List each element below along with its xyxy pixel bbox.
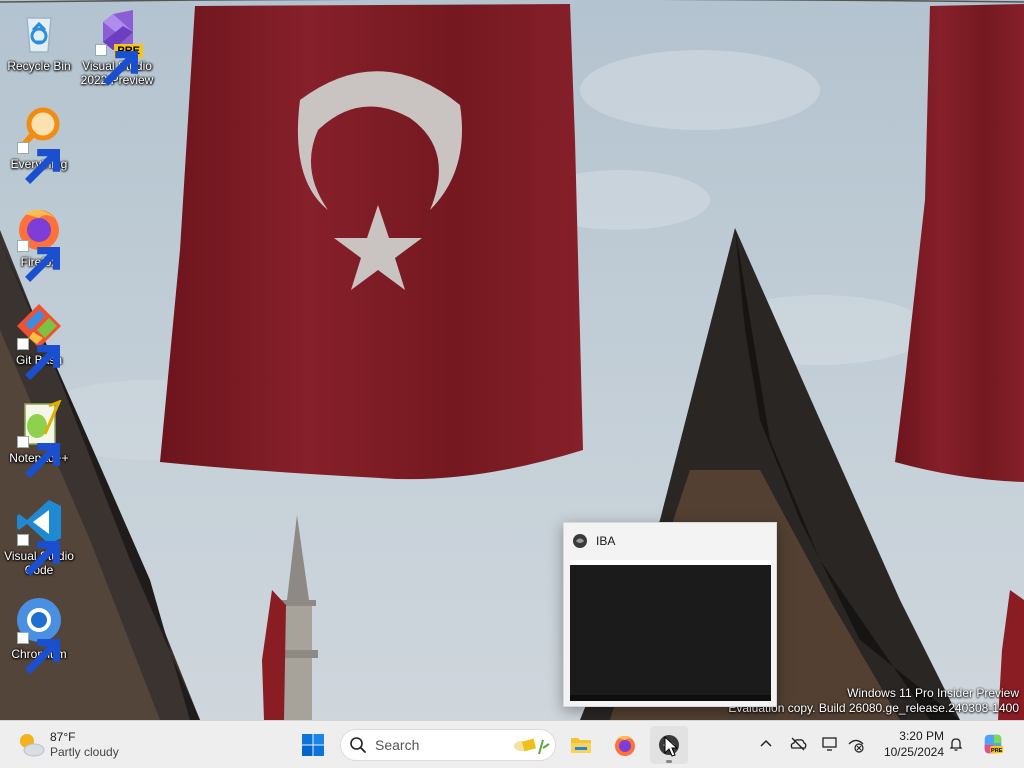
search-icon xyxy=(349,736,367,754)
start-button[interactable] xyxy=(294,726,332,764)
clock-date: 10/25/2024 xyxy=(883,745,944,759)
shortcut-arrow-icon xyxy=(17,240,60,282)
preview-bottom-bar xyxy=(570,695,771,701)
shortcut-arrow-icon xyxy=(17,436,60,478)
windows-start-icon xyxy=(302,734,324,756)
desktop-icon-chromium[interactable]: Chromium xyxy=(1,596,77,674)
chevron-up-icon xyxy=(760,739,772,747)
firefox-icon xyxy=(615,735,635,756)
visual-studio-icon: PRE xyxy=(93,8,143,86)
iba-app-icon xyxy=(573,534,587,548)
recycle-bin-icon xyxy=(15,8,63,56)
partly-cloudy-icon xyxy=(20,734,45,757)
bell-icon xyxy=(949,738,963,751)
desktop-icon-notepadpp[interactable]: Notepad++ xyxy=(1,400,77,478)
desktop-icon-vscode[interactable]: Visual Studio Code xyxy=(1,498,77,577)
vscode-icon xyxy=(15,498,63,576)
tray-network[interactable] xyxy=(845,733,867,755)
onedrive-offline-icon xyxy=(790,737,807,751)
taskbar-firefox[interactable] xyxy=(606,726,644,764)
window-preview[interactable] xyxy=(570,560,771,701)
firefox-icon xyxy=(15,204,63,282)
weather-widget[interactable]: 87°F Partly cloudy xyxy=(16,729,119,761)
folder-icon xyxy=(571,738,591,753)
system-clock[interactable]: 3:20 PM 10/25/2024 xyxy=(872,728,944,760)
shortcut-arrow-icon xyxy=(17,632,60,674)
weather-temp: 87°F xyxy=(50,730,76,744)
taskbar-search-box[interactable]: Search xyxy=(340,729,556,761)
notification-button[interactable] xyxy=(945,733,967,755)
popup-title-bar: IBA xyxy=(572,533,615,549)
everything-search-icon xyxy=(15,106,63,184)
desktop-icon-firefox[interactable]: Firefox xyxy=(1,204,77,282)
tray-overflow-button[interactable] xyxy=(755,733,777,755)
network-disconnected-icon xyxy=(848,739,864,753)
desktop-icon-everything[interactable]: Everything xyxy=(1,106,77,184)
taskbar-thumbnail-popup[interactable]: IBA xyxy=(563,522,777,707)
desktop-icon-visual-studio[interactable]: PRE Visual Studio 2022 Preview xyxy=(79,8,155,87)
shortcut-arrow-icon xyxy=(17,338,60,380)
active-indicator xyxy=(666,760,672,763)
git-bash-icon xyxy=(15,302,63,380)
desktop-icon-label: Recycle Bin xyxy=(7,59,71,73)
mouse-cursor-icon xyxy=(664,736,678,757)
desktop-icon-recycle-bin[interactable]: Recycle Bin xyxy=(1,8,77,73)
copilot-button[interactable]: PRE xyxy=(980,731,1006,757)
display-icon xyxy=(822,737,837,751)
chromium-icon xyxy=(15,596,63,674)
weather-condition: Partly cloudy xyxy=(50,745,119,759)
svg-text:PRE: PRE xyxy=(991,748,1003,754)
desktop-wallpaper xyxy=(0,0,1024,720)
shortcut-arrow-icon xyxy=(95,44,138,86)
taskbar-file-explorer[interactable] xyxy=(562,726,600,764)
tray-display[interactable] xyxy=(819,733,841,755)
desktop-icon-git-bash[interactable]: Git Bash xyxy=(1,302,77,380)
copilot-icon: PRE xyxy=(984,734,1004,754)
search-label: Search xyxy=(375,737,420,753)
popup-title: IBA xyxy=(596,534,616,548)
search-highlight-icon xyxy=(514,738,550,755)
shortcut-arrow-icon xyxy=(17,142,60,184)
taskbar: 87°F Partly cloudy Search 3:20 PM 10/25/… xyxy=(0,720,1024,768)
notepadpp-icon xyxy=(15,400,63,478)
clock-time: 3:20 PM xyxy=(899,729,944,743)
shortcut-arrow-icon xyxy=(17,534,60,576)
tray-onedrive[interactable] xyxy=(787,733,809,755)
